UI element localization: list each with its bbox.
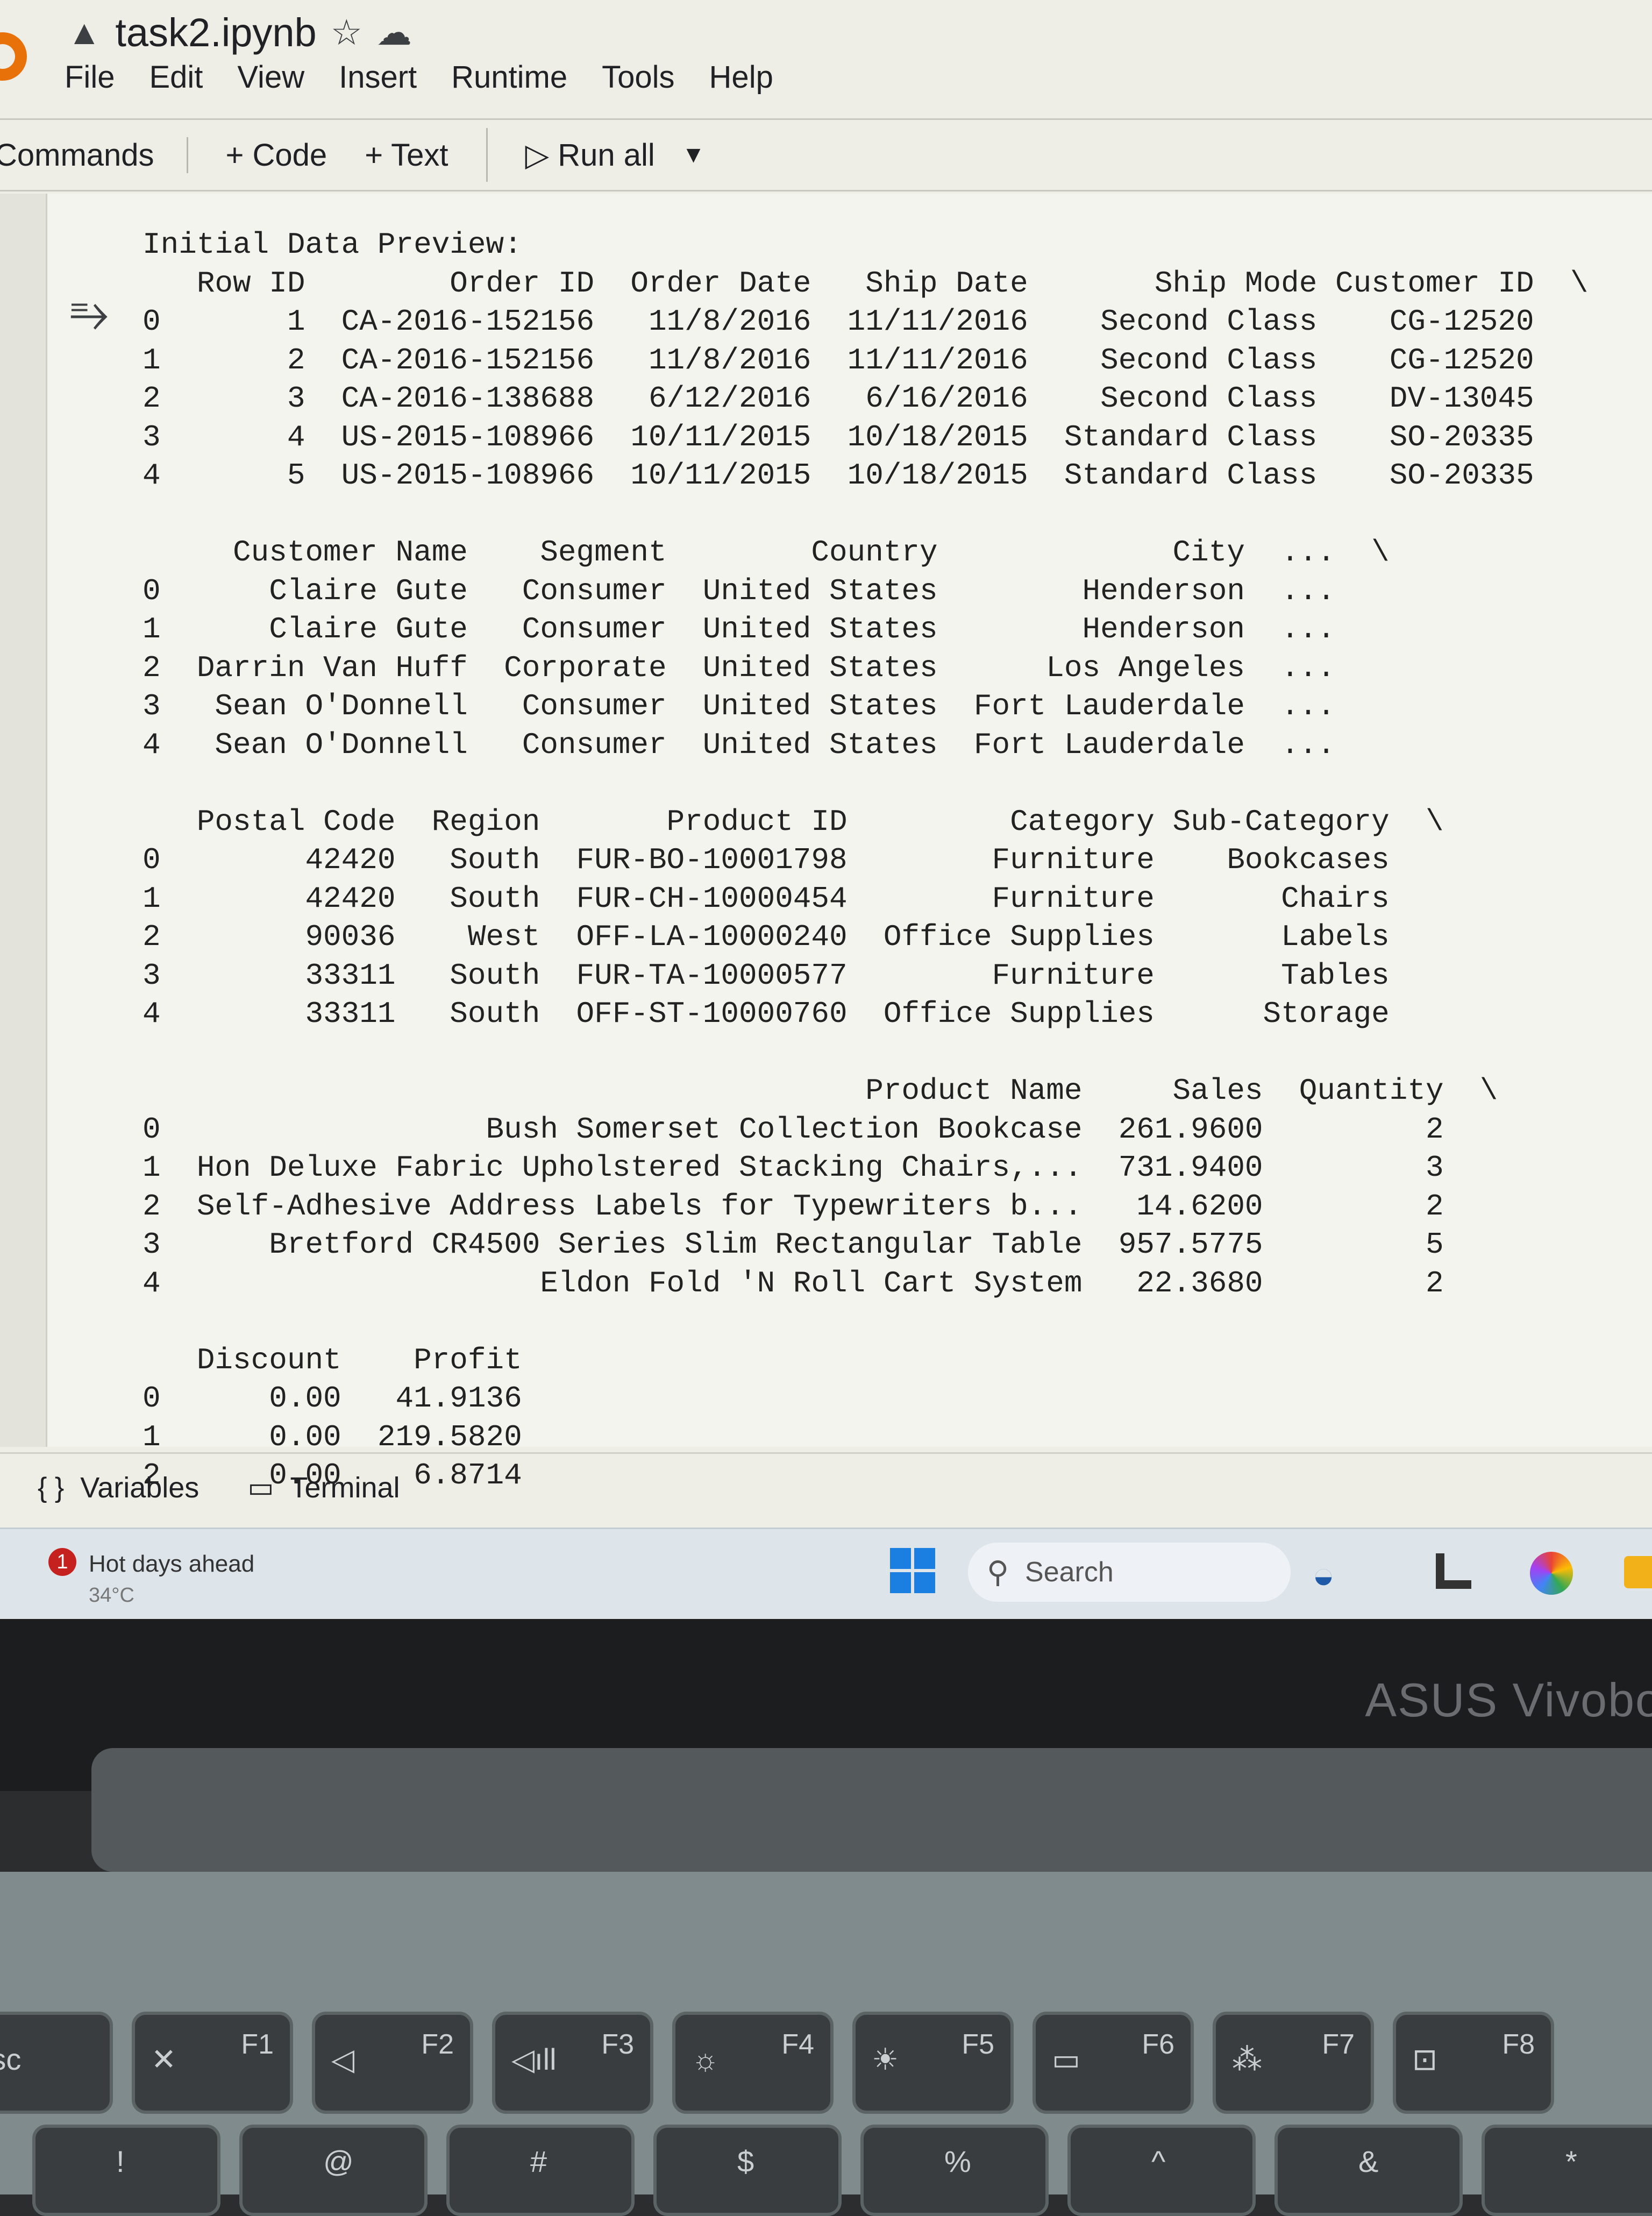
menu-bar: File Edit View Insert Runtime Tools Help bbox=[65, 59, 773, 95]
keyboard-key-number[interactable]: % bbox=[860, 2125, 1049, 2216]
variables-button[interactable]: { } Variables bbox=[38, 1471, 199, 1504]
laptop-brand-label: ASUS Vivobo bbox=[1365, 1673, 1652, 1727]
menu-edit[interactable]: Edit bbox=[149, 59, 203, 95]
terminal-icon: ▭ bbox=[247, 1472, 274, 1503]
key-fn-label: F1 bbox=[241, 2029, 274, 2060]
key-symbol: Esc bbox=[0, 2042, 22, 2076]
output-options-icon[interactable]: ⥱ bbox=[70, 285, 109, 341]
menu-help[interactable]: Help bbox=[709, 59, 773, 95]
key-symbol: ☀ bbox=[872, 2042, 899, 2076]
key-fn-label: F2 bbox=[421, 2029, 454, 2060]
key-fn-label: F5 bbox=[962, 2029, 994, 2060]
keyboard-key-number[interactable]: ^ bbox=[1067, 2125, 1256, 2216]
game-app-icon[interactable]: ◒ bbox=[1312, 1553, 1335, 1596]
keyboard-key-f2[interactable]: ◁ F2 bbox=[312, 2012, 473, 2114]
menu-runtime[interactable]: Runtime bbox=[451, 59, 567, 95]
star-icon[interactable]: ☆ bbox=[331, 12, 362, 53]
key-symbol: # bbox=[530, 2144, 547, 2178]
key-symbol: ⁂ bbox=[1232, 2042, 1262, 2076]
keyboard-key-number[interactable]: $ bbox=[653, 2125, 842, 2216]
key-symbol: % bbox=[944, 2144, 971, 2178]
key-symbol: ! bbox=[116, 2144, 125, 2178]
menu-file[interactable]: File bbox=[65, 59, 115, 95]
menu-insert[interactable]: Insert bbox=[339, 59, 417, 95]
laptop-hinge bbox=[91, 1748, 1652, 1872]
key-fn-label: F6 bbox=[1142, 2029, 1174, 2060]
add-code-button[interactable]: + Code bbox=[226, 137, 327, 173]
terminal-label: Terminal bbox=[290, 1471, 400, 1504]
keyboard-key-number[interactable]: & bbox=[1274, 2125, 1463, 2216]
drive-icon: ▲ bbox=[67, 13, 102, 52]
search-placeholder: Search bbox=[1025, 1557, 1114, 1588]
taskbar-search-box[interactable]: ⚲ Search bbox=[968, 1543, 1291, 1602]
key-symbol: @ bbox=[323, 2144, 354, 2178]
weather-title: Hot days ahead bbox=[89, 1551, 255, 1577]
commands-button[interactable]: Commands bbox=[0, 137, 188, 173]
laptop-screen: ▲ task2.ipynb ☆ ☁ File Edit View Insert … bbox=[0, 0, 1652, 1619]
weather-alert-badge: 1 bbox=[48, 1548, 76, 1576]
key-fn-label: F3 bbox=[601, 2029, 634, 2060]
key-symbol: ▭ bbox=[1052, 2042, 1080, 2076]
search-icon: ⚲ bbox=[987, 1555, 1009, 1589]
keyboard-key-f7[interactable]: ⁂ F7 bbox=[1213, 2012, 1374, 2114]
terminal-button[interactable]: ▭ Terminal bbox=[247, 1471, 400, 1504]
colab-logo bbox=[0, 32, 27, 81]
key-symbol: ✕ bbox=[151, 2042, 176, 2076]
weather-temperature: 34°C bbox=[89, 1584, 134, 1607]
keyboard-key-number[interactable]: @ bbox=[239, 2125, 428, 2216]
key-fn-label: F4 bbox=[781, 2029, 814, 2060]
keyboard-key-number[interactable]: * bbox=[1482, 2125, 1652, 2216]
run-all-menu-icon[interactable]: ▼ bbox=[682, 141, 706, 168]
cloud-icon[interactable]: ☁ bbox=[376, 12, 412, 53]
cell-output-text: Initial Data Preview: Row ID Order ID Or… bbox=[143, 228, 1589, 1493]
keyboard-key-number[interactable]: ! bbox=[32, 2125, 220, 2216]
keyboard-key-f6[interactable]: ▭ F6 bbox=[1032, 2012, 1194, 2114]
notebook-toolbar: Commands + Code + Text ▷ Run all ▼ bbox=[0, 118, 1652, 191]
app-l-icon[interactable] bbox=[1436, 1553, 1471, 1589]
key-symbol: * bbox=[1565, 2144, 1577, 2178]
keyboard-key-f8[interactable]: ⊡ F8 bbox=[1393, 2012, 1554, 2114]
keyboard-key-f3[interactable]: ◁ıll F3 bbox=[492, 2012, 653, 2114]
windows-start-icon[interactable] bbox=[890, 1548, 935, 1593]
keyboard-key-f4[interactable]: ☼ F4 bbox=[672, 2012, 834, 2114]
toolbar-divider bbox=[486, 128, 488, 182]
keyboard-key-number[interactable]: # bbox=[446, 2125, 635, 2216]
keyboard-key-f5[interactable]: ☀ F5 bbox=[852, 2012, 1014, 2114]
notebook-title-bar: ▲ task2.ipynb ☆ ☁ bbox=[67, 5, 412, 59]
key-symbol: ⊡ bbox=[1412, 2042, 1437, 2076]
key-fn-label: F8 bbox=[1502, 2029, 1535, 2060]
keyboard-key-esc[interactable]: Esc bbox=[0, 2012, 113, 2114]
menu-tools[interactable]: Tools bbox=[602, 59, 674, 95]
key-fn-label: F7 bbox=[1322, 2029, 1355, 2060]
bottom-panel-bar: { } Variables ▭ Terminal bbox=[0, 1452, 1652, 1521]
key-symbol: ◁ bbox=[331, 2042, 355, 2076]
add-text-button[interactable]: + Text bbox=[365, 137, 448, 173]
file-explorer-icon[interactable] bbox=[1624, 1556, 1652, 1588]
key-symbol: & bbox=[1358, 2144, 1379, 2178]
variables-label: Variables bbox=[80, 1471, 200, 1504]
key-symbol: ^ bbox=[1151, 2144, 1166, 2178]
copilot-icon[interactable] bbox=[1530, 1552, 1573, 1595]
key-symbol: $ bbox=[737, 2144, 754, 2178]
notebook-filename[interactable]: task2.ipynb bbox=[115, 10, 316, 55]
windows-taskbar: 1 Hot days ahead 34°C ⚲ Search ◒ bbox=[0, 1528, 1652, 1619]
braces-icon: { } bbox=[38, 1472, 65, 1503]
cell-output-area: ⥱ Initial Data Preview: Row ID Order ID … bbox=[0, 194, 1652, 1493]
key-symbol: ◁ıll bbox=[511, 2042, 557, 2076]
keyboard-key-f1[interactable]: ✕ F1 bbox=[132, 2012, 293, 2114]
key-symbol: ☼ bbox=[692, 2042, 720, 2076]
menu-view[interactable]: View bbox=[237, 59, 304, 95]
cell-gutter bbox=[0, 194, 47, 1447]
run-all-button[interactable]: ▷ Run all bbox=[525, 137, 655, 173]
